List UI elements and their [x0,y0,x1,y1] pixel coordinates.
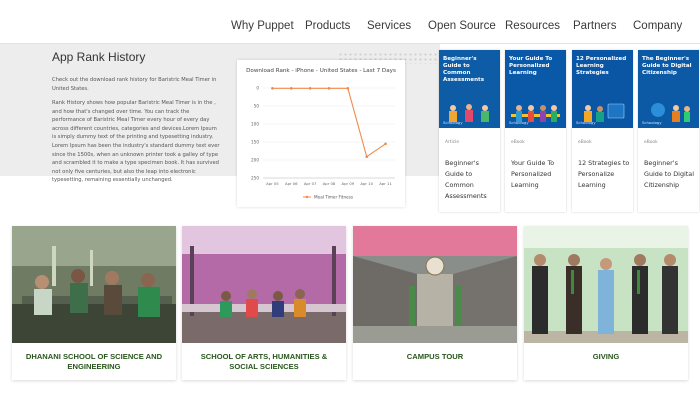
resource-thumbnail: Beginner's Guide to Common Assessments S… [439,50,500,128]
campus-tour-caption[interactable]: CAMPUS TOUR [359,352,511,362]
x-tick-label: Apr 09 [342,181,355,186]
campus-tour-card[interactable]: CAMPUS TOUR [353,226,517,380]
y-tick-label: 0 [256,86,259,91]
people-illustration [584,103,625,122]
data-point [289,87,293,90]
data-point [271,87,274,90]
x-tick-label: Apr 11 [379,181,392,186]
x-tick-label: Apr 07 [304,181,317,186]
resource-kind: eBook [578,140,592,145]
lab-photo [12,226,176,343]
giving-card[interactable]: GIVING [524,226,688,380]
nav-item-why-puppet[interactable]: Why Puppet [231,20,294,32]
campus-photo [353,226,517,343]
nav-item-services[interactable]: Services [367,20,411,32]
people-illustration [449,104,489,122]
giving-photo [524,226,688,343]
brand-label: Schoology [443,120,463,125]
resource-thumbnail: Your Guide To Personalized Learning Scho… [505,50,566,128]
data-point [384,142,387,146]
resource-title[interactable]: Beginner's Guide to Digital Citizenship [644,158,696,191]
nav-item-company[interactable]: Company [633,20,682,32]
x-tick-label: Apr 10 [360,181,373,186]
page-title: App Rank History [52,50,146,64]
x-tick-label: Apr 08 [323,181,336,186]
resource-thumbnail: The Beginner's Guide to Digital Citizens… [638,50,699,128]
resource-kind: eBook [644,140,658,145]
resource-card[interactable]: The Beginner's Guide to Digital Citizens… [638,50,699,212]
y-tick-label: 50 [254,104,260,109]
legend-marker [305,195,309,199]
resource-card[interactable]: Your Guide To Personalized Learning Scho… [505,50,566,212]
rank-chart: 0 50 100 150 200 250 Apr 05 Apr 06 Apr 07 Apr 08 A… [251,86,395,200]
people-illustration [511,105,560,122]
thumbnail-title: Beginner's Guide to Common Assessments [443,56,485,83]
y-tick-label: 200 [251,158,259,163]
data-point [308,87,312,90]
x-tick-label: Apr 05 [266,181,279,186]
thumbnail-title: The Beginner's Guide to Digital Citizens… [642,56,692,76]
app-rank-article: App Rank History Check out the download … [52,50,220,191]
data-point [365,155,369,159]
top-navigation: Why Puppet Products Services Open Source… [0,0,700,44]
arts-photo [182,226,346,343]
resource-title[interactable]: Beginner's Guide to Common Assessments [445,158,497,202]
resource-card[interactable]: 12 Personalized Learning Strategies Scho… [572,50,633,212]
thumbnail-title: 12 Personalized Learning Strategies [576,56,627,76]
y-tick-label: 150 [251,140,259,145]
y-tick-label: 250 [251,176,259,181]
resource-kind: eBook [511,140,525,145]
y-tick-label: 100 [251,122,259,127]
data-point [327,87,331,90]
people-illustration [651,103,690,122]
series-line [272,87,386,158]
legend-label: Meal Timer Fitness [314,195,353,200]
school-science-card[interactable]: DHANANI SCHOOL OF SCIENCE AND ENGINEERIN… [12,226,176,380]
resource-kind: Article [445,140,460,145]
nav-item-open-source[interactable]: Open Source [428,20,496,32]
thumbnail-title: Your Guide To Personalized Learning [509,56,553,76]
giving-caption[interactable]: GIVING [530,352,682,362]
resource-title[interactable]: 12 Strategies to Personalize Learning [578,158,630,191]
nav-item-partners[interactable]: Partners [573,20,616,32]
nav-item-resources[interactable]: Resources [505,20,560,32]
rank-chart-card: Download Rank - iPhone - United States -… [237,60,405,207]
resource-title[interactable]: Your Guide To Personalized Learning [511,158,563,191]
brand-label: Schoology [642,120,662,125]
article-body: Rank History shows how popular Baristric… [52,100,220,184]
nav-item-products[interactable]: Products [305,20,350,32]
article-intro: Check out the download rank history for … [52,77,217,92]
brand-label: Schoology [576,120,596,125]
resource-card[interactable]: Beginner's Guide to Common Assessments S… [439,50,500,212]
data-point [346,87,350,90]
school-arts-caption[interactable]: SCHOOL OF ARTS, HUMANITIES & SOCIAL SCIE… [188,352,340,373]
school-science-caption[interactable]: DHANANI SCHOOL OF SCIENCE AND ENGINEERIN… [18,352,170,373]
x-tick-label: Apr 06 [285,181,298,186]
school-arts-card[interactable]: SCHOOL OF ARTS, HUMANITIES & SOCIAL SCIE… [182,226,346,380]
brand-label: Schoology [509,120,529,125]
resource-thumbnail: 12 Personalized Learning Strategies Scho… [572,50,633,128]
